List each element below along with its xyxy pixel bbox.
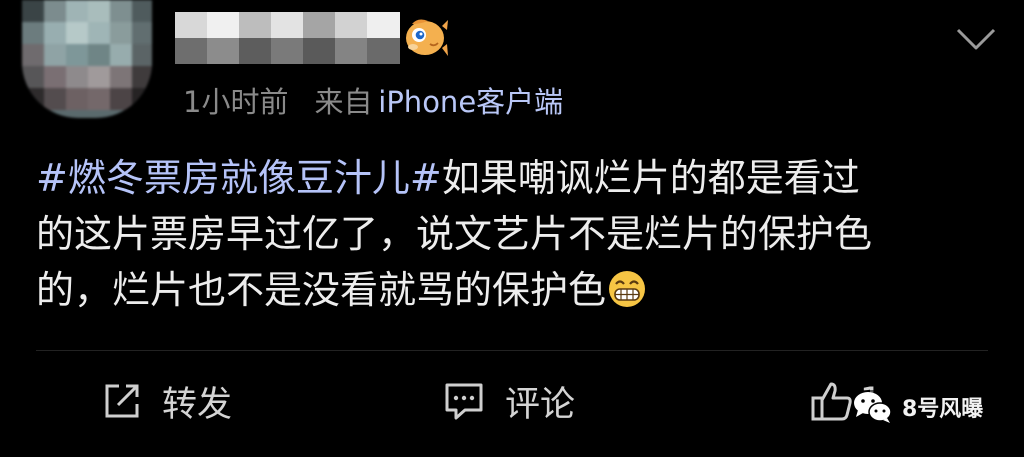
username-blurred[interactable] xyxy=(175,12,400,64)
repost-label: 转发 xyxy=(162,384,233,425)
grinning-emoji-icon xyxy=(609,271,646,307)
post-line-3-text: 的，烂片也不是没看就骂的保护色 xyxy=(36,268,607,312)
post-line-1-text: 如果嘲讽烂片的都是看过 xyxy=(441,156,860,200)
post-time: 1小时前 xyxy=(183,85,289,119)
comment-icon xyxy=(445,383,483,420)
repost-button[interactable]: 转发 xyxy=(102,373,232,429)
thumbs-up-icon xyxy=(811,382,852,421)
comment-button[interactable]: 评论 xyxy=(443,373,575,429)
wechat-icon xyxy=(854,392,892,423)
post-line-2: 的这片票房早过亿了，说文艺片不是烂片的保护色 xyxy=(36,212,873,256)
post-meta: 1小时前 来自 iPhone客户端 xyxy=(183,82,563,122)
post-text: #燃冬票房就像豆汁儿#如果嘲讽烂片的都是看过 的这片票房早过亿了，说文艺片不是烂… xyxy=(36,150,1011,318)
divider xyxy=(36,350,988,351)
post-line-1: #燃冬票房就像豆汁儿#如果嘲讽烂片的都是看过 xyxy=(36,150,1011,206)
post-line-3: 的，烂片也不是没看就骂的保护色 xyxy=(36,262,1011,318)
source-prefix: 来自 xyxy=(314,85,373,119)
topic-link[interactable]: #燃冬票房就像豆汁儿# xyxy=(36,156,442,200)
vip-fish-badge-icon xyxy=(406,19,448,56)
repost-icon xyxy=(105,384,139,418)
chevron-down-icon[interactable] xyxy=(955,26,997,52)
watermark: 8号风曝 xyxy=(852,390,984,424)
post-source: iPhone客户端 xyxy=(378,85,564,119)
avatar[interactable] xyxy=(22,0,152,118)
watermark-text: 8号风曝 xyxy=(902,397,984,422)
comment-label: 评论 xyxy=(505,384,576,425)
